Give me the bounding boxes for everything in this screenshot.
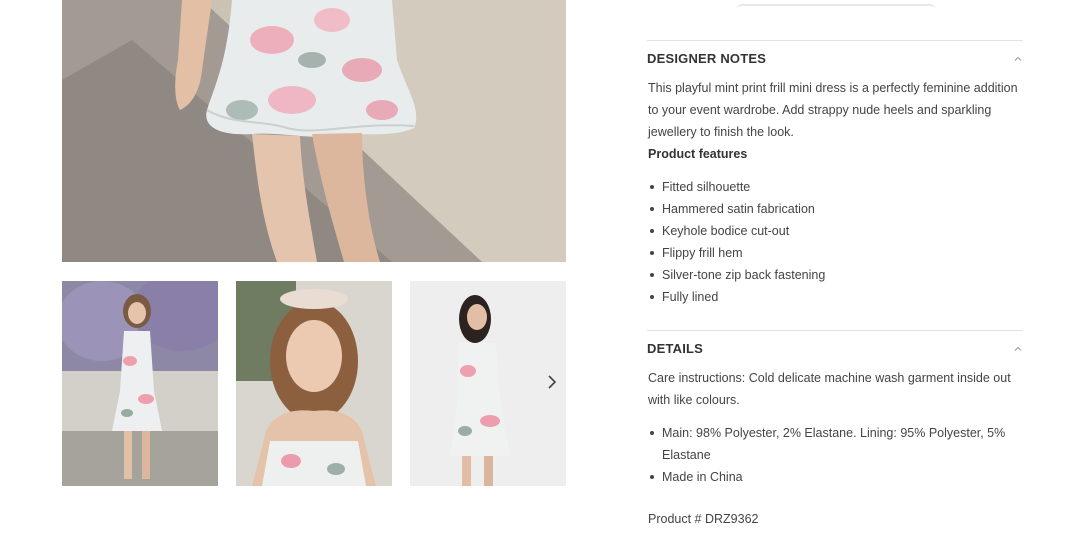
care-instructions: Care instructions: Cold delicate machine…	[648, 371, 1011, 407]
product-features-heading: Product features	[648, 147, 748, 161]
details-title: DETAILS	[647, 340, 704, 356]
thumbnail-1[interactable]	[62, 281, 218, 486]
chevron-right-icon	[547, 374, 557, 394]
chevron-up-icon[interactable]	[1013, 343, 1023, 353]
divider	[647, 330, 1023, 331]
product-features-list: Fitted silhouette Hammered satin fabrica…	[648, 176, 1026, 308]
thumbnail-2[interactable]	[236, 281, 392, 486]
list-item: Main: 98% Polyester, 2% Elastane. Lining…	[648, 422, 1026, 466]
designer-notes-title: DESIGNER NOTES	[647, 50, 767, 66]
details-list: Main: 98% Polyester, 2% Elastane. Lining…	[648, 422, 1026, 488]
designer-notes-header[interactable]: DESIGNER NOTES	[647, 48, 1023, 68]
list-item: Hammered satin fabrication	[648, 198, 1026, 220]
list-item: Keyhole bodice cut-out	[648, 220, 1026, 242]
list-item: Fully lined	[648, 286, 1026, 308]
divider	[647, 40, 1023, 41]
gallery-next-button[interactable]	[542, 372, 562, 396]
main-product-image[interactable]	[62, 0, 566, 262]
size-selector-edge	[736, 4, 936, 12]
product-number: Product # DRZ9362	[648, 512, 759, 526]
details-header[interactable]: DETAILS	[647, 338, 1023, 358]
list-item: Made in China	[648, 466, 1026, 488]
chevron-up-icon[interactable]	[1013, 53, 1023, 63]
list-item: Flippy frill hem	[648, 242, 1026, 264]
designer-notes-description: This playful mint print frill mini dress…	[648, 81, 1018, 139]
list-item: Fitted silhouette	[648, 176, 1026, 198]
list-item: Silver-tone zip back fastening	[648, 264, 1026, 286]
